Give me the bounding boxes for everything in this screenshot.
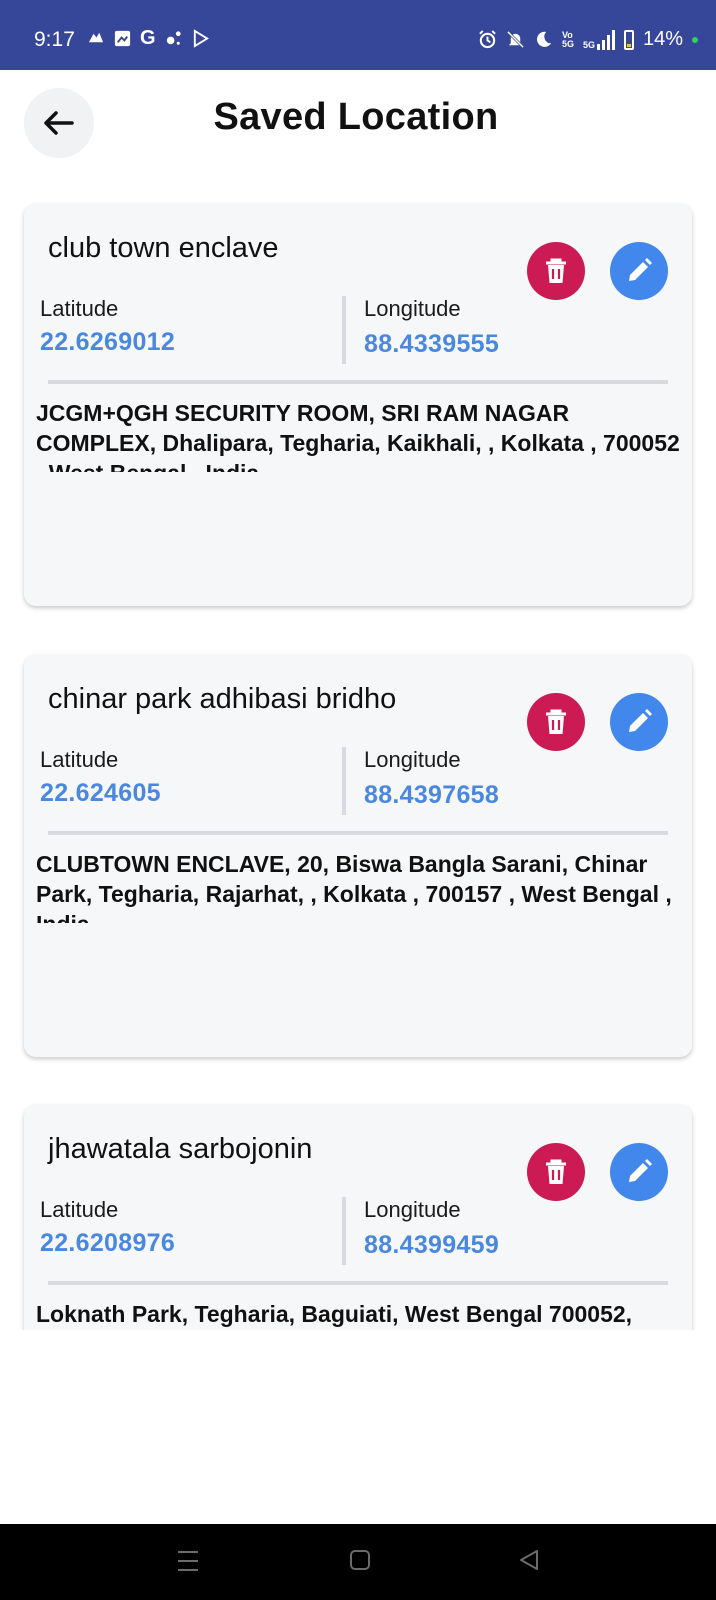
longitude-label: Longitude	[364, 747, 461, 772]
location-name: jhawatala sarbojonin	[48, 1133, 313, 1165]
longitude-value: 88.4397658	[364, 781, 500, 809]
divider	[48, 380, 668, 384]
latitude-value: 22.624605	[40, 779, 161, 807]
longitude-label: Longitude	[364, 296, 461, 321]
play-store-icon	[193, 29, 209, 48]
mute-icon	[506, 30, 525, 49]
latitude-label: Latitude	[40, 1197, 119, 1222]
menu-button[interactable]	[176, 1548, 200, 1579]
delete-button[interactable]	[527, 242, 585, 300]
moon-icon	[536, 31, 552, 47]
latitude-block: Latitude 22.624605	[40, 747, 161, 808]
latitude-value: 22.6269012	[40, 328, 176, 356]
longitude-block: Longitude 88.4339555	[364, 296, 499, 359]
divider	[48, 831, 668, 835]
location-card[interactable]: club town enclave Latitude 22.6269012 Lo…	[24, 204, 692, 606]
latitude-label: Latitude	[40, 747, 119, 772]
pencil-icon	[629, 709, 652, 732]
status-time: 9:17	[34, 28, 75, 51]
address-text: JCGM+QGH SECURITY ROOM, SRI RAM NAGAR CO…	[36, 400, 680, 472]
location-name: chinar park adhibasi bridho	[48, 683, 397, 715]
divider	[48, 1281, 668, 1285]
location-name: club town enclave	[48, 232, 279, 264]
edit-button[interactable]	[610, 693, 668, 751]
battery-icon	[623, 29, 634, 50]
pencil-icon	[629, 258, 652, 281]
latitude-block: Latitude 22.6269012	[40, 296, 175, 357]
address-text: CLUBTOWN ENCLAVE, 20, Biswa Bangla Saran…	[36, 851, 672, 923]
home-square-icon	[350, 1550, 370, 1570]
trash-icon	[546, 1159, 566, 1184]
trash-icon	[546, 709, 566, 734]
latitude-value: 22.6208976	[40, 1229, 176, 1257]
longitude-block: Longitude 88.4397658	[364, 747, 499, 810]
latitude-block: Latitude 22.6208976	[40, 1197, 175, 1258]
address-text: Loknath Park, Tegharia, Baguiati, West B…	[36, 1301, 633, 1327]
alarm-icon	[479, 30, 496, 49]
google-icon: G	[140, 27, 156, 49]
longitude-block: Longitude 88.4399459	[364, 1197, 499, 1260]
latitude-label: Latitude	[40, 296, 119, 321]
status-dot	[692, 36, 698, 43]
cloud-icon	[88, 32, 104, 43]
trash-icon	[546, 258, 566, 283]
image-icon	[114, 30, 131, 47]
system-nav-bar	[0, 1524, 716, 1600]
longitude-label: Longitude	[364, 1197, 461, 1222]
back-triangle-icon	[520, 1550, 538, 1570]
location-card[interactable]: jhawatala sarbojonin Latitude 22.6208976…	[24, 1105, 692, 1330]
delete-button[interactable]	[527, 693, 585, 751]
status-bar: 9:17 G Vo 5G 5G 14%	[0, 0, 716, 70]
settings-sparkle-icon	[166, 31, 181, 45]
list-viewport-clip: jhawatala sarbojonin Latitude 22.6208976…	[0, 1100, 716, 1330]
divider	[342, 296, 346, 364]
page-title: Saved Location	[213, 96, 499, 138]
delete-button[interactable]	[527, 1143, 585, 1201]
menu-icon	[178, 1551, 198, 1571]
edit-button[interactable]	[610, 1143, 668, 1201]
pencil-icon	[629, 1159, 652, 1182]
location-card[interactable]: chinar park adhibasi bridho Latitude 22.…	[24, 655, 692, 1057]
edit-button[interactable]	[610, 242, 668, 300]
battery-level: 14%	[642, 28, 683, 50]
signal-5g-icon: 5G	[583, 29, 615, 50]
divider	[342, 747, 346, 815]
back-nav-button[interactable]	[518, 1548, 540, 1577]
longitude-value: 88.4339555	[364, 330, 500, 358]
home-button[interactable]	[349, 1548, 371, 1577]
volte-icon: Vo 5G	[561, 29, 574, 49]
divider	[342, 1197, 346, 1265]
longitude-value: 88.4399459	[364, 1231, 500, 1259]
